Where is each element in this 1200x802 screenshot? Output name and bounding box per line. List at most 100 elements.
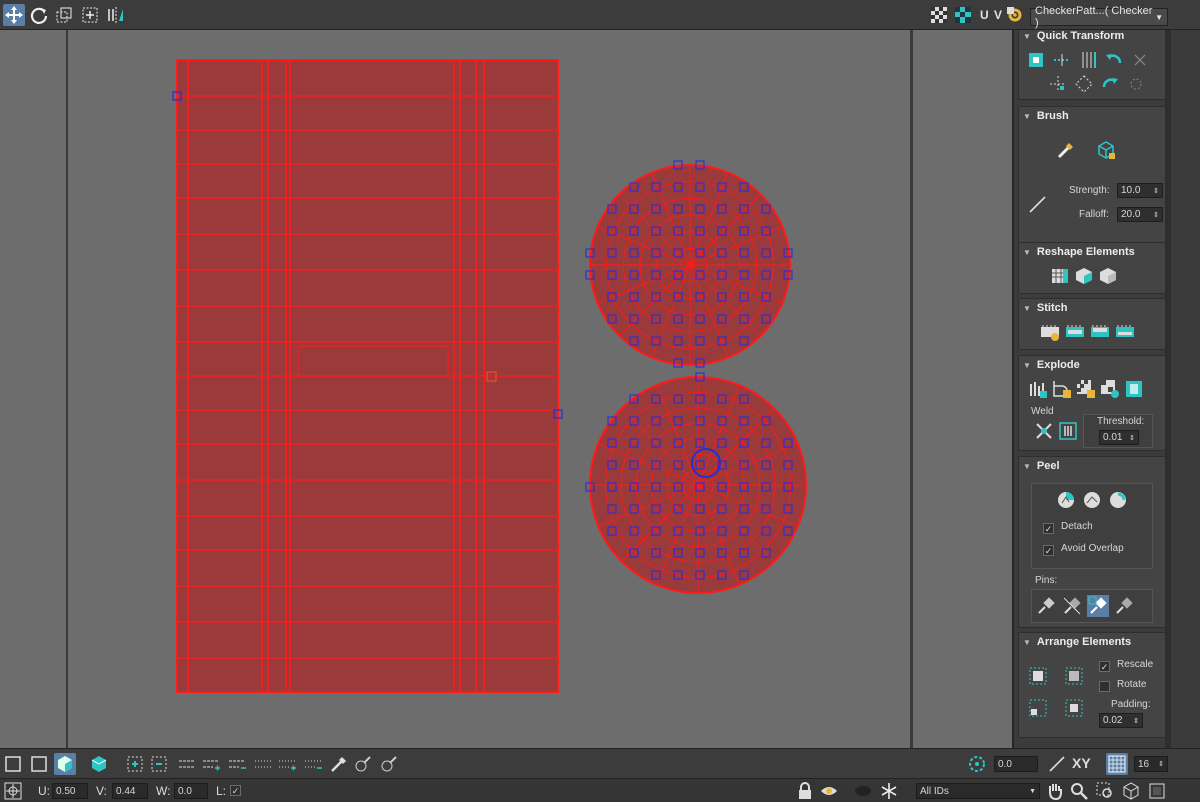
rotate-checkbox[interactable] xyxy=(1099,681,1110,692)
explode-header[interactable]: ▼ Explode xyxy=(1019,356,1167,374)
padding-spinner[interactable]: 0.02 ⇕ xyxy=(1099,713,1143,728)
zoom-selected-button[interactable] xyxy=(1146,780,1168,802)
stitch-target-button[interactable] xyxy=(1089,321,1111,343)
rotate-angle-button[interactable] xyxy=(966,753,988,775)
zoom-region-button[interactable] xyxy=(1094,780,1116,802)
paint-grow-button[interactable] xyxy=(352,753,374,775)
polygon-mode-button[interactable] xyxy=(54,753,76,775)
mirror-tool-button[interactable] xyxy=(105,4,127,26)
u-field[interactable]: 0.50 xyxy=(52,783,88,799)
settings-button[interactable] xyxy=(1004,4,1026,26)
shrink-selection-button[interactable] xyxy=(148,753,170,775)
explode-by-smoothing-button[interactable] xyxy=(1051,378,1073,400)
redo-button[interactable] xyxy=(1129,49,1151,71)
ring-shrink-button[interactable] xyxy=(302,753,324,775)
peel-mode-button[interactable] xyxy=(1081,489,1103,511)
strength-spinner[interactable]: 10.0 ⇕ xyxy=(1117,183,1163,198)
element-mode-button[interactable] xyxy=(88,753,110,775)
pin-button[interactable] xyxy=(1035,595,1057,617)
zoom-button[interactable] xyxy=(1068,780,1090,802)
ring-grow-button[interactable] xyxy=(276,753,298,775)
stitch-source-button[interactable] xyxy=(1064,321,1086,343)
paint-shrink-button[interactable] xyxy=(378,753,400,775)
freeform-tool-button[interactable] xyxy=(79,4,101,26)
flatten-button[interactable] xyxy=(1123,378,1145,400)
arrange-elements-header[interactable]: ▼ Arrange Elements xyxy=(1019,633,1167,651)
scale-tool-button[interactable] xyxy=(53,4,75,26)
rescale-checkbox[interactable]: ✓ xyxy=(1099,661,1110,672)
weld-selected-button[interactable] xyxy=(1033,420,1055,442)
freeze-button[interactable] xyxy=(878,780,900,802)
paint-select-button[interactable] xyxy=(328,753,350,775)
align-center-button[interactable] xyxy=(1025,49,1047,71)
pan-button[interactable] xyxy=(1044,780,1066,802)
explode-to-islands-button[interactable] xyxy=(1099,378,1121,400)
panel-scrollbar[interactable] xyxy=(1165,30,1171,748)
angle-field[interactable]: 0.0 xyxy=(994,756,1038,772)
align-pivot-button[interactable] xyxy=(1047,73,1069,95)
grow-selection-button[interactable] xyxy=(124,753,146,775)
v-field[interactable]: 0.44 xyxy=(112,783,148,799)
relax-button[interactable] xyxy=(1073,265,1095,287)
peel-reset-button[interactable] xyxy=(1107,489,1129,511)
pack-together-button[interactable] xyxy=(1063,665,1085,687)
absolute-mode-button[interactable] xyxy=(2,780,24,802)
brush-header[interactable]: ▼ Brush xyxy=(1019,107,1167,125)
checker-map-button[interactable] xyxy=(952,4,974,26)
explode-by-material-button[interactable] xyxy=(1075,378,1097,400)
flip-button[interactable] xyxy=(1125,73,1147,95)
relax-brush-button[interactable] xyxy=(1055,139,1077,161)
unpin-button[interactable] xyxy=(1061,595,1083,617)
move-tool-button[interactable] xyxy=(3,4,25,26)
grid-snap-button[interactable] xyxy=(1106,753,1128,775)
ring-select-button[interactable] xyxy=(252,753,274,775)
stitch-average-button[interactable] xyxy=(1114,321,1136,343)
peel-header[interactable]: ▼ Peel xyxy=(1019,457,1167,475)
zoom-extents-button[interactable] xyxy=(1120,780,1142,802)
reshape-elements-header[interactable]: ▼ Reshape Elements xyxy=(1019,243,1167,261)
detach-checkbox[interactable]: ✓ xyxy=(1043,523,1054,534)
hide-button[interactable] xyxy=(852,780,874,802)
loop-shrink-button[interactable] xyxy=(226,753,248,775)
xy-label[interactable]: XY xyxy=(1072,755,1091,771)
brush-line-button[interactable] xyxy=(1027,193,1049,215)
checker-pattern-dropdown[interactable]: CheckerPatt...( Checker ) ▼ xyxy=(1030,5,1168,29)
stitch-relax-button[interactable] xyxy=(1097,265,1119,287)
avoid-overlap-checkbox[interactable]: ✓ xyxy=(1043,545,1054,556)
uv-canvas[interactable] xyxy=(0,30,1012,748)
quick-transform-header[interactable]: ▼ Quick Transform xyxy=(1019,30,1167,45)
auto-pin-button[interactable] xyxy=(1087,595,1109,617)
align-vertical-button[interactable] xyxy=(1077,49,1099,71)
align-horizontal-button[interactable] xyxy=(1051,49,1073,71)
explode-by-polygroup-button[interactable] xyxy=(1027,378,1049,400)
falloff-spinner[interactable]: 20.0 ⇕ xyxy=(1117,207,1163,222)
pack-custom-button[interactable] xyxy=(1027,697,1049,719)
id-filter-dropdown[interactable]: All IDs ▼ xyxy=(916,783,1040,799)
rotate-ccw-button[interactable] xyxy=(1103,49,1125,71)
stitch-header[interactable]: ▼ Stitch xyxy=(1019,299,1167,317)
show-hidden-button[interactable] xyxy=(818,780,840,802)
w-field[interactable]: 0.0 xyxy=(174,783,208,799)
checker-toggle-button[interactable] xyxy=(928,4,950,26)
rotate-cw-button[interactable] xyxy=(1099,73,1121,95)
uv-channel-label[interactable]: U V xyxy=(980,8,1003,22)
space-horizontal-button[interactable] xyxy=(1073,73,1095,95)
pack-normalize-button[interactable] xyxy=(1027,665,1049,687)
pelt-brush-button[interactable] xyxy=(1095,139,1117,161)
lock-selection-button[interactable] xyxy=(794,780,816,802)
edge-mode-button[interactable] xyxy=(28,753,50,775)
pack-uniform-button[interactable] xyxy=(1063,697,1085,719)
loop-select-button[interactable] xyxy=(176,753,198,775)
threshold-spinner[interactable]: 0.01 ⇕ xyxy=(1099,430,1139,445)
loop-grow-button[interactable] xyxy=(200,753,222,775)
l-checkbox[interactable]: ✓ xyxy=(230,785,241,796)
quick-peel-button[interactable] xyxy=(1055,489,1077,511)
grid-size-field[interactable]: 16 ⇕ xyxy=(1134,756,1168,772)
weld-all-button[interactable] xyxy=(1057,420,1079,442)
vertex-mode-button[interactable] xyxy=(2,753,24,775)
straighten-button[interactable] xyxy=(1049,265,1071,287)
stitch-custom-button[interactable] xyxy=(1039,321,1061,343)
align-to-edge-button[interactable] xyxy=(1046,753,1068,775)
auto-unpin-button[interactable] xyxy=(1113,595,1135,617)
rotate-tool-button[interactable] xyxy=(28,4,50,26)
